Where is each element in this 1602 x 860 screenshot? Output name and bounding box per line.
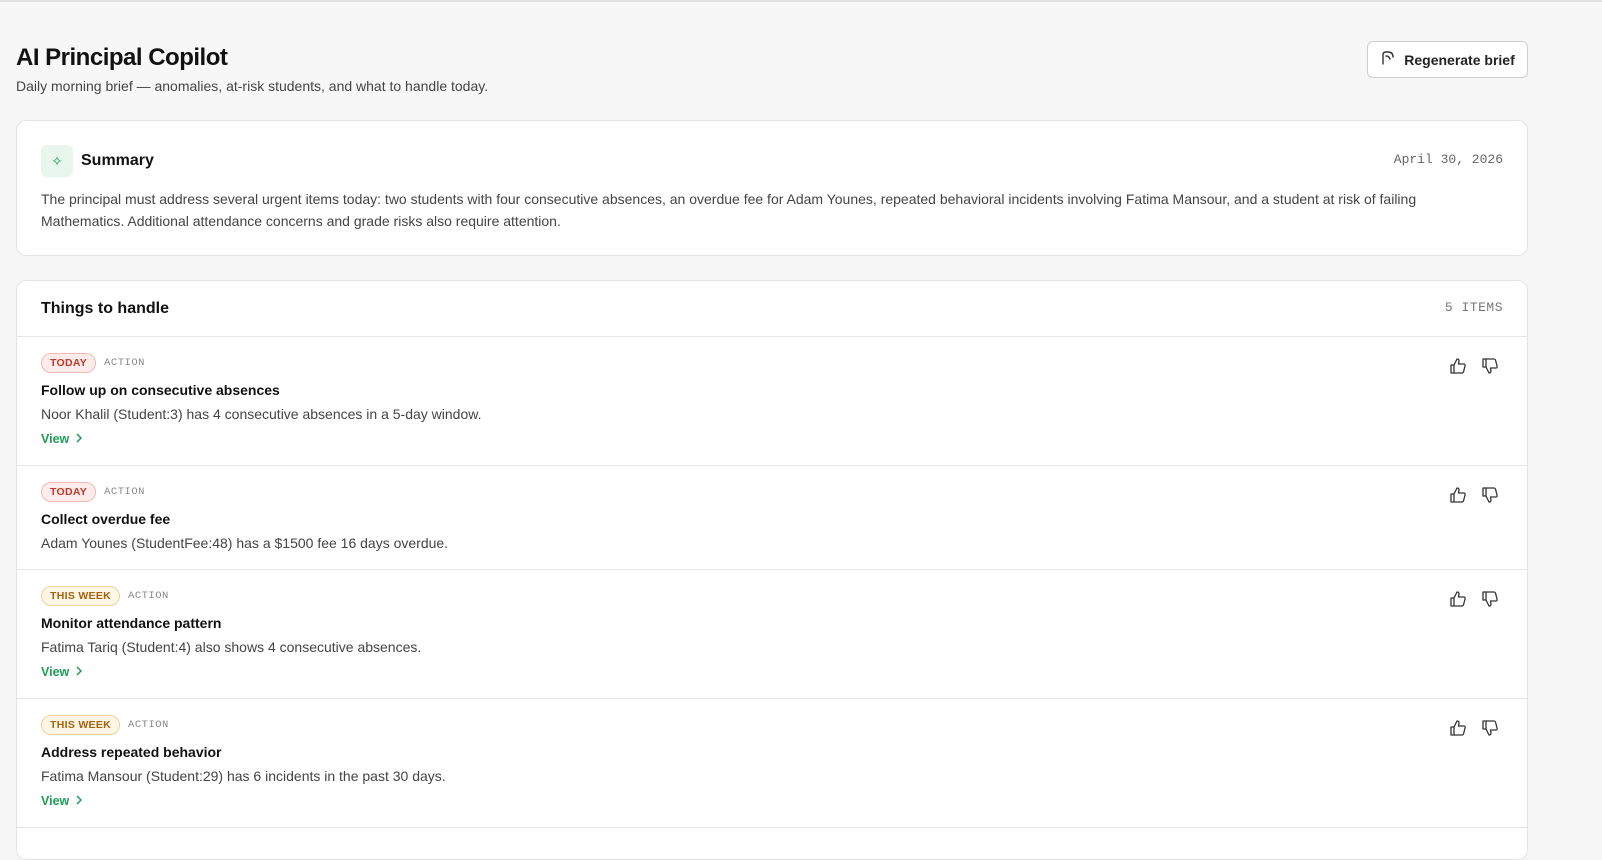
- list-item: THIS WEEK ACTION Address repeated behavi…: [17, 699, 1527, 828]
- regenerate-icon: [1380, 50, 1396, 69]
- item-title: Follow up on consecutive absences: [41, 382, 280, 398]
- item-badges: TODAY ACTION: [41, 352, 1503, 373]
- thumbs-down-icon[interactable]: [1481, 719, 1499, 737]
- item-kind: ACTION: [104, 485, 145, 498]
- item-description: Fatima Mansour (Student:29) has 6 incide…: [41, 768, 446, 784]
- item-badges: THIS WEEK ACTION: [41, 714, 1503, 735]
- priority-badge: TODAY: [41, 352, 97, 373]
- item-kind: ACTION: [128, 718, 169, 731]
- view-link[interactable]: View: [41, 794, 83, 808]
- regenerate-brief-label: Regenerate brief: [1404, 51, 1515, 68]
- regenerate-brief-button[interactable]: Regenerate brief: [1367, 41, 1528, 78]
- feedback-buttons: [1449, 590, 1499, 608]
- sparkle-icon: ✧: [41, 145, 73, 177]
- item-description: Fatima Tariq (Student:4) also shows 4 co…: [41, 639, 422, 655]
- list-item: TODAY ACTION Follow up on consecutive ab…: [17, 337, 1527, 466]
- list-item: THIS WEEK ACTION Monitor attendance patt…: [17, 570, 1527, 699]
- chevron-right-icon: [75, 432, 83, 446]
- thumbs-up-icon[interactable]: [1449, 357, 1467, 375]
- things-to-handle-title: Things to handle: [41, 300, 169, 317]
- feedback-buttons: [1449, 357, 1499, 375]
- view-link-label: View: [41, 665, 70, 679]
- chevron-right-icon: [75, 665, 83, 679]
- item-title: Monitor attendance pattern: [41, 615, 222, 631]
- item-kind: ACTION: [128, 589, 169, 602]
- view-link[interactable]: View: [41, 665, 83, 679]
- feedback-buttons: [1449, 486, 1499, 504]
- thumbs-down-icon[interactable]: [1481, 486, 1499, 504]
- priority-badge: THIS WEEK: [41, 714, 121, 735]
- thumbs-up-icon[interactable]: [1449, 719, 1467, 737]
- page-header: AI Principal Copilot Daily morning brief…: [16, 0, 1528, 120]
- things-to-handle-header: Things to handle 5 ITEMS: [17, 281, 1527, 337]
- item-badges: TODAY ACTION: [41, 481, 1503, 502]
- item-description: Adam Younes (StudentFee:48) has a $1500 …: [41, 535, 449, 551]
- summary-card: ✧ Summary April 30, 2026 The principal m…: [16, 120, 1528, 256]
- item-description: Noor Khalil (Student:3) has 4 consecutiv…: [41, 406, 482, 422]
- view-link-label: View: [41, 432, 70, 446]
- item-badges: THIS WEEK ACTION: [41, 585, 1503, 606]
- item-title: Collect overdue fee: [41, 511, 171, 527]
- summary-title: Summary: [81, 152, 154, 169]
- view-link-label: View: [41, 794, 70, 808]
- items-count: 5 ITEMS: [1444, 300, 1503, 315]
- page: AI Principal Copilot Daily morning brief…: [16, 0, 1528, 860]
- item-kind: ACTION: [104, 356, 145, 369]
- list-item: TODAY ACTION Collect overdue fee Adam Yo…: [17, 466, 1527, 570]
- thumbs-down-icon[interactable]: [1481, 357, 1499, 375]
- priority-badge: THIS WEEK: [41, 585, 121, 606]
- view-link[interactable]: View: [41, 432, 83, 446]
- page-title: AI Principal Copilot: [16, 44, 228, 71]
- page-subtitle: Daily morning brief — anomalies, at-risk…: [16, 78, 489, 94]
- thumbs-down-icon[interactable]: [1481, 590, 1499, 608]
- thumbs-up-icon[interactable]: [1449, 486, 1467, 504]
- things-to-handle-card: Things to handle 5 ITEMS TODAY ACTION Fo…: [16, 280, 1528, 860]
- chevron-right-icon: [75, 794, 83, 808]
- summary-text: The principal must address several urgen…: [41, 191, 1417, 229]
- feedback-buttons: [1449, 719, 1499, 737]
- item-title: Address repeated behavior: [41, 744, 222, 760]
- summary-date: April 30, 2026: [1393, 152, 1503, 167]
- thumbs-up-icon[interactable]: [1449, 590, 1467, 608]
- priority-badge: TODAY: [41, 481, 97, 502]
